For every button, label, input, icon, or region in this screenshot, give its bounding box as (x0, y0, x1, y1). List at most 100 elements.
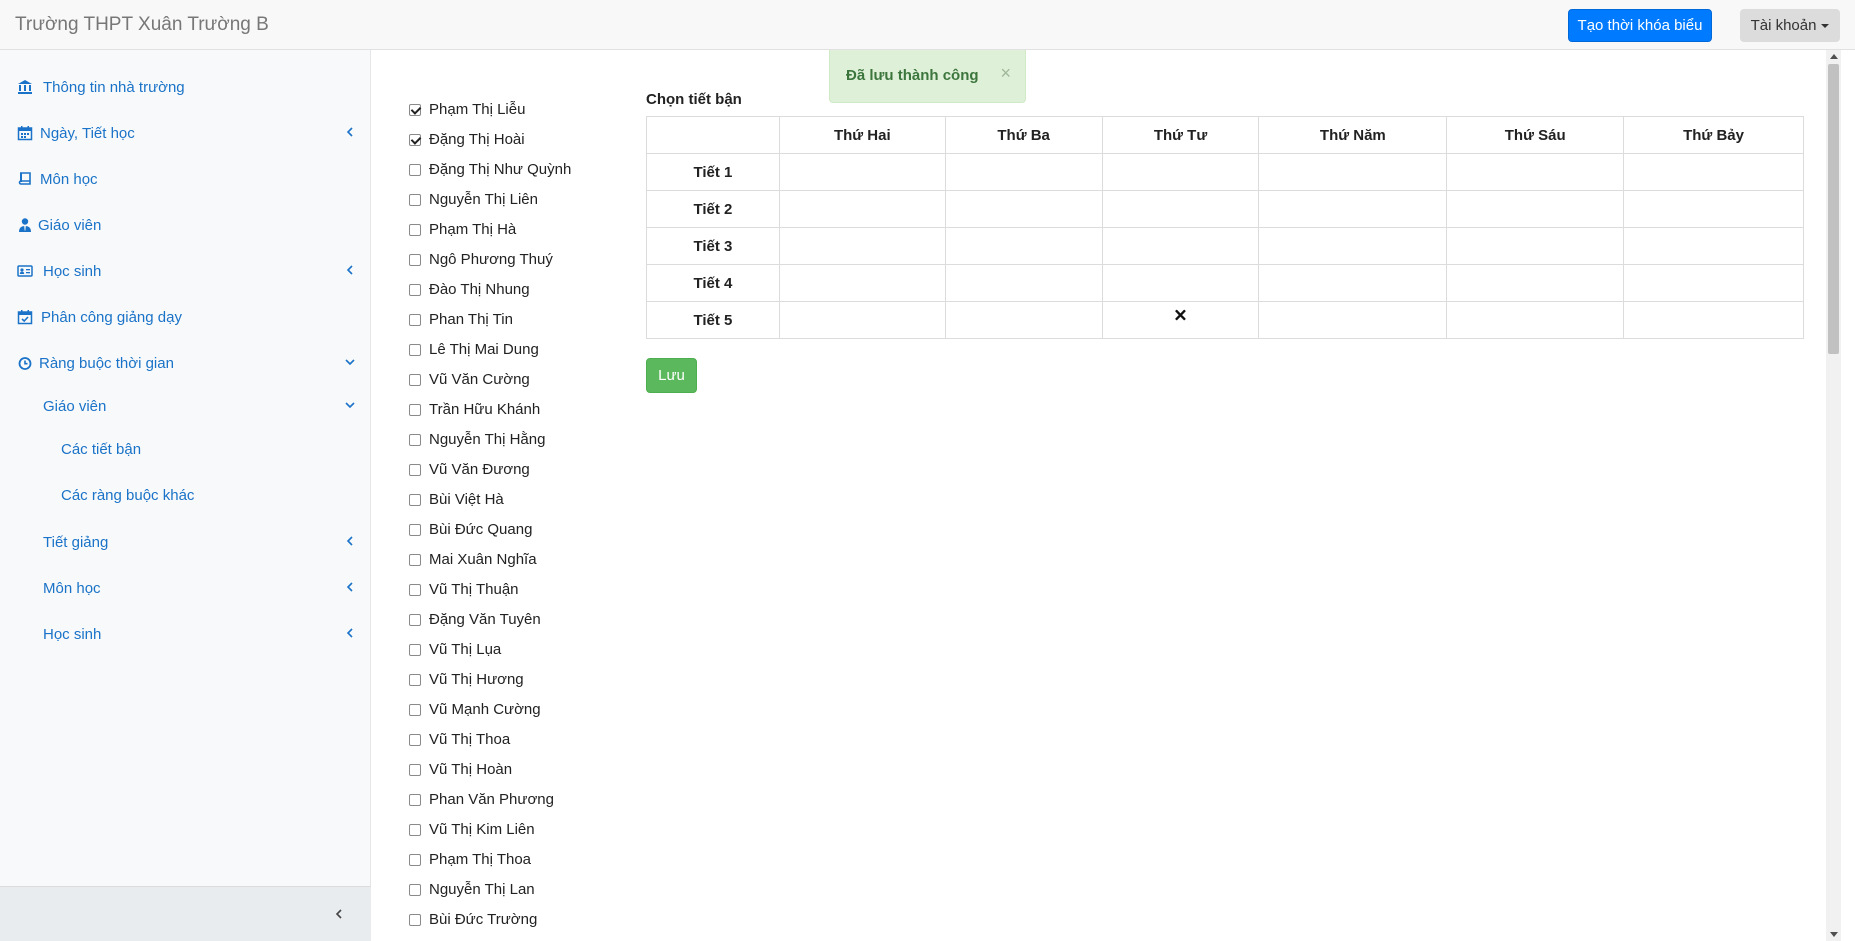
teacher-checkbox[interactable] (409, 764, 421, 776)
teacher-checkbox[interactable] (409, 224, 421, 236)
teacher-checkbox[interactable] (409, 644, 421, 656)
teacher-name: Đặng Thị Hoài (429, 131, 525, 148)
busy-cell[interactable] (1258, 153, 1448, 191)
table-row: Tiết 4 (646, 264, 1804, 302)
sidebar-subitem-subjects[interactable]: Môn học (0, 569, 371, 609)
teacher-checkbox[interactable] (409, 884, 421, 896)
sidebar-subitem-lessons[interactable]: Tiết giảng (0, 523, 371, 563)
busy-cell[interactable] (778, 301, 946, 339)
user-tie-icon (19, 218, 31, 232)
busy-cell[interactable] (1446, 227, 1625, 265)
busy-cell[interactable] (1446, 153, 1625, 191)
teacher-checkbox[interactable] (409, 524, 421, 536)
teacher-checkbox[interactable] (409, 824, 421, 836)
teacher-checkbox[interactable] (409, 344, 421, 356)
create-timetable-button[interactable]: Tạo thời khóa biểu (1568, 9, 1712, 42)
teacher-name: Bùi Đức Quang (429, 521, 533, 538)
save-button[interactable]: Lưu (646, 358, 697, 393)
account-menu-button[interactable]: Tài khoản (1740, 9, 1840, 42)
teacher-checkbox[interactable] (409, 554, 421, 566)
busy-cell[interactable]: 🗙 (1101, 301, 1260, 339)
sidebar-subitem-busy-periods[interactable]: Các tiết bận (0, 430, 371, 470)
teacher-checkbox[interactable] (409, 314, 421, 326)
busy-cell[interactable] (1446, 264, 1625, 302)
busy-cell[interactable] (1101, 190, 1260, 228)
busy-cell[interactable] (778, 227, 946, 265)
busy-cell[interactable] (1623, 227, 1804, 265)
teacher-checkbox[interactable] (409, 734, 421, 746)
teacher-checkbox[interactable] (409, 254, 421, 266)
teacher-checkbox[interactable] (409, 674, 421, 686)
busy-cell[interactable] (1446, 301, 1625, 339)
brand-title[interactable]: Trường THPT Xuân Trường B (15, 14, 269, 36)
busy-cell[interactable] (1258, 301, 1448, 339)
chevron-down-icon (345, 359, 355, 366)
teacher-name: Vũ Thị Lụa (429, 641, 502, 658)
scrollbar-thumb[interactable] (1828, 64, 1839, 354)
teacher-checkbox[interactable] (409, 614, 421, 626)
busy-cell[interactable] (778, 153, 946, 191)
close-icon[interactable]: × (1000, 63, 1011, 84)
teacher-checkbox[interactable] (409, 584, 421, 596)
teacher-checkbox[interactable] (409, 404, 421, 416)
teacher-name: Đào Thị Nhung (429, 281, 530, 298)
sidebar-item-teachers[interactable]: Giáo viên (0, 206, 371, 246)
sidebar-item-school-info[interactable]: Thông tin nhà trường (0, 68, 371, 108)
teacher-name: Vũ Mạnh Cường (429, 701, 541, 718)
busy-cell[interactable] (778, 264, 946, 302)
sidebar-item-teaching-assignment[interactable]: Phân công giảng dạy (0, 298, 371, 338)
busy-cell[interactable] (1623, 190, 1804, 228)
busy-cell[interactable] (944, 301, 1103, 339)
busy-cell[interactable] (944, 264, 1103, 302)
busy-cell[interactable] (1258, 190, 1448, 228)
teacher-checkbox[interactable] (409, 704, 421, 716)
busy-cell[interactable] (944, 153, 1103, 191)
busy-cell[interactable] (944, 190, 1103, 228)
busy-cell[interactable] (1623, 153, 1804, 191)
success-alert: Đã lưu thành công × (829, 50, 1026, 103)
teacher-checkbox[interactable] (409, 164, 421, 176)
busy-cell[interactable] (1101, 227, 1260, 265)
sidebar-item-label: Giáo viên (38, 217, 102, 234)
teacher-checkbox[interactable] (409, 434, 421, 446)
teacher-checkbox[interactable] (409, 374, 421, 386)
teacher-checkbox[interactable] (409, 794, 421, 806)
sidebar-item-students[interactable]: Học sinh (0, 252, 371, 292)
sidebar-collapse-icon[interactable] (333, 907, 345, 921)
sidebar-item-days-periods[interactable]: Ngày, Tiết học (0, 114, 371, 154)
busy-cell[interactable] (944, 227, 1103, 265)
sidebar-item-time-constraints[interactable]: Ràng buộc thời gian (0, 344, 371, 384)
teacher-checkbox[interactable] (409, 104, 421, 116)
sidebar-subitem-teachers[interactable]: Giáo viên (0, 387, 371, 427)
busy-cell[interactable] (1258, 264, 1448, 302)
teacher-name: Bùi Đức Trường (429, 911, 538, 928)
sidebar-subitem-other-constraints[interactable]: Các ràng buộc khác (0, 476, 371, 516)
teacher-name: Mai Xuân Nghĩa (429, 551, 537, 568)
page-scrollbar[interactable] (1826, 50, 1841, 941)
teacher-checkbox[interactable] (409, 914, 421, 926)
sidebar-item-label: Ngày, Tiết học (40, 125, 135, 142)
sidebar-item-label: Tiết giảng (43, 534, 109, 551)
busy-cell[interactable] (778, 190, 946, 228)
busy-cell[interactable] (1623, 264, 1804, 302)
busy-cell[interactable] (1258, 227, 1448, 265)
sidebar-item-subjects[interactable]: Môn học (0, 160, 371, 200)
day-header: Thứ Sáu (1446, 116, 1625, 154)
teacher-checkbox[interactable] (409, 194, 421, 206)
teacher-name: Vũ Văn Đương (429, 461, 530, 478)
teacher-checkbox[interactable] (409, 284, 421, 296)
teacher-checkbox[interactable] (409, 854, 421, 866)
teacher-name: Vũ Thị Hoàn (429, 761, 513, 778)
busy-cell[interactable] (1101, 153, 1260, 191)
teacher-checkbox[interactable] (409, 134, 421, 146)
sidebar-subitem-students[interactable]: Học sinh (0, 615, 371, 655)
scroll-up-icon[interactable] (1830, 54, 1838, 59)
scroll-down-icon[interactable] (1830, 932, 1838, 937)
busy-cell[interactable] (1623, 301, 1804, 339)
busy-cell[interactable] (1101, 264, 1260, 302)
sidebar: Thông tin nhà trường Ngày, Tiết học Môn … (0, 50, 371, 941)
teacher-name: Vũ Thị Thuận (429, 581, 519, 598)
busy-cell[interactable] (1446, 190, 1625, 228)
teacher-checkbox[interactable] (409, 494, 421, 506)
teacher-checkbox[interactable] (409, 464, 421, 476)
